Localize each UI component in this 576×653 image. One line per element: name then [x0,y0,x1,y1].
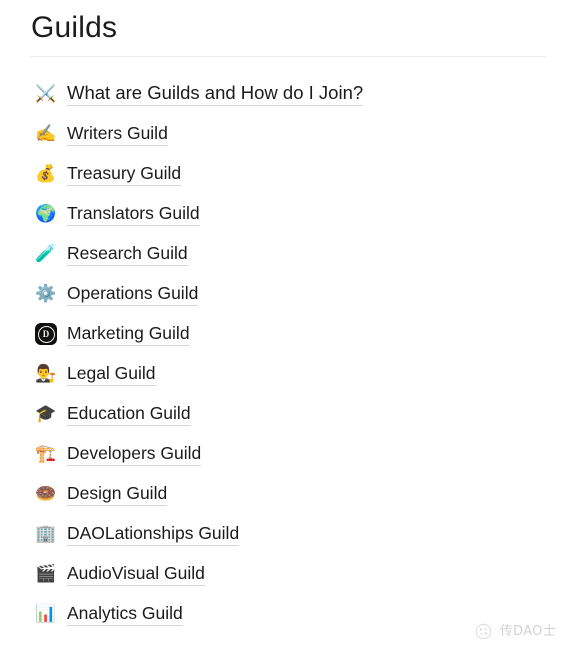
crossed-swords-icon: ⚔️ [35,83,57,104]
guild-link[interactable]: Design Guild [67,482,168,506]
guilds-page: Guilds ⚔️ What are Guilds and How do I Jo… [0,0,576,653]
money-bag-icon: 💰 [35,163,57,184]
guild-link[interactable]: Marketing Guild [67,322,190,346]
guild-link-list: ⚔️ What are Guilds and How do I Join? ✍️ Wr… [0,74,576,634]
title-divider [30,56,546,57]
gear-icon: ⚙️ [35,283,57,304]
list-item[interactable]: 🎬 AudioVisual Guild [0,554,576,594]
clapper-board-icon: 🎬 [35,563,57,584]
list-item[interactable]: 🌍 Translators Guild [0,194,576,234]
guild-link[interactable]: Operations Guild [67,282,199,306]
graduation-cap-icon: 🎓 [35,403,57,424]
watermark: 传DAO士 [474,622,556,641]
watermark-text: 传DAO士 [499,624,556,639]
page-title: Guilds [31,11,118,44]
guild-link[interactable]: Research Guild [67,242,188,266]
judge-person-icon: 👨‍⚖️ [35,363,57,384]
guild-link[interactable]: What are Guilds and How do I Join? [67,82,364,106]
circular-logo-icon [475,623,492,640]
guild-link[interactable]: Legal Guild [67,362,156,386]
guild-link[interactable]: Developers Guild [67,442,202,466]
guild-link[interactable]: Treasury Guild [67,162,182,186]
donut-icon: 🍩 [35,483,57,504]
writing-hand-icon: ✍️ [35,123,57,144]
list-item[interactable]: D Marketing Guild [0,314,576,354]
list-item[interactable]: ✍️ Writers Guild [0,114,576,154]
list-item[interactable]: 👨‍⚖️ Legal Guild [0,354,576,394]
list-item[interactable]: ⚔️ What are Guilds and How do I Join? [0,74,576,114]
list-item[interactable]: 🍩 Design Guild [0,474,576,514]
list-item[interactable]: 🏗️ Developers Guild [0,434,576,474]
guild-link[interactable]: Translators Guild [67,202,200,226]
guild-link[interactable]: Writers Guild [67,122,168,146]
construction-crane-icon: 🏗️ [35,443,57,464]
dark-badge-d-icon: D [35,321,61,347]
badge-letter: D [42,328,50,339]
list-item[interactable]: 🏢 DAOLationships Guild [0,514,576,554]
list-item[interactable]: 🎓 Education Guild [0,394,576,434]
guild-link[interactable]: Analytics Guild [67,602,183,626]
guild-link[interactable]: Education Guild [67,402,191,426]
bar-chart-icon: 📊 [35,603,57,624]
office-buildings-icon: 🏢 [35,523,57,544]
list-item[interactable]: 🧪 Research Guild [0,234,576,274]
globe-icon: 🌍 [35,203,57,224]
list-item[interactable]: ⚙️ Operations Guild [0,274,576,314]
test-tube-icon: 🧪 [35,243,57,264]
guild-link[interactable]: AudioVisual Guild [67,562,205,586]
list-item[interactable]: 💰 Treasury Guild [0,154,576,194]
guild-link[interactable]: DAOLationships Guild [67,522,240,546]
